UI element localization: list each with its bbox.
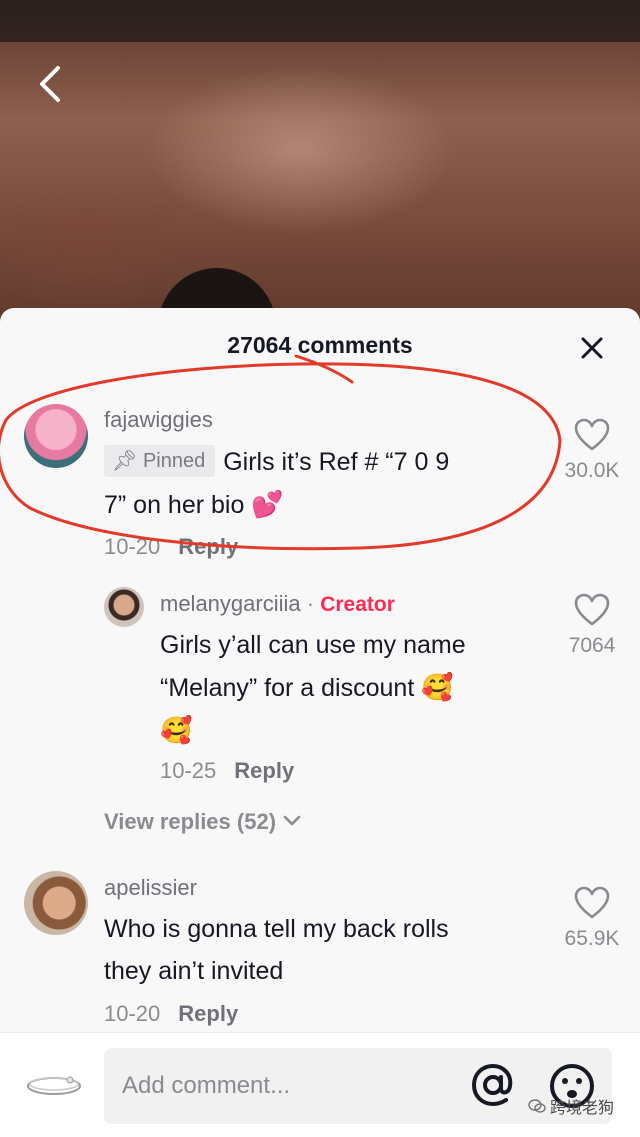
close-icon [581, 337, 603, 359]
video-background [0, 0, 640, 330]
two-hearts-emoji: 💕 [251, 489, 284, 519]
comment-line: Who is gonna tell my back rolls [104, 915, 449, 943]
reply-button[interactable]: Reply [234, 758, 294, 783]
pinned-label: Pinned [142, 450, 206, 472]
comment-line: Girls y’all can use my name [160, 631, 466, 659]
comment-text: Girls y’all can use my name “Melany” for… [160, 624, 540, 752]
comment-meta: 10-20 Reply [104, 534, 238, 560]
wechat-icon [528, 1099, 546, 1113]
comment-username[interactable]: fajawiggies [104, 407, 213, 433]
chevron-left-icon [40, 66, 60, 102]
comment-date: 10-20 [104, 1001, 161, 1026]
comment-line: Girls it’s Ref # “7 0 9 [223, 448, 450, 476]
reply-button[interactable]: Reply [178, 1001, 238, 1026]
like-button[interactable] [574, 886, 610, 925]
view-replies-label: View replies (52) [104, 809, 277, 834]
comment-line: “Melany” for a discount [160, 674, 415, 702]
comment-meta: 10-20 Reply [104, 1001, 238, 1027]
like-button[interactable] [574, 593, 610, 632]
comment-date: 10-25 [160, 758, 217, 783]
creator-badge: Creator [320, 593, 395, 616]
chevron-down-icon [283, 815, 301, 826]
like-button[interactable] [574, 418, 610, 457]
reply-button[interactable]: Reply [178, 534, 238, 559]
username-link[interactable]: melanygarciiia [160, 591, 301, 616]
comment-text: Who is gonna tell my back rolls they ain… [104, 908, 534, 992]
back-button[interactable] [28, 62, 72, 106]
comment-line: 7” on her bio [104, 491, 245, 519]
smiling-hearts-emoji: 🥰 [160, 715, 193, 745]
like-count: 7064 [568, 634, 616, 657]
comment-meta: 10-25 Reply [160, 758, 294, 784]
like-count: 65.9K [564, 927, 620, 950]
watermark: 跨境老狗 [528, 1094, 614, 1118]
avatar[interactable] [24, 404, 88, 468]
comment-count: 27064 comments [227, 332, 413, 358]
separator-dot: · [306, 591, 315, 616]
comment-username: melanygarciiia · Creator [160, 591, 395, 617]
pin-icon: 📌︎ [112, 450, 138, 472]
avatar[interactable] [104, 587, 144, 627]
pinned-badge: 📌︎ Pinned [104, 445, 216, 477]
watermark-text: 跨境老狗 [550, 1100, 615, 1117]
view-replies-button[interactable]: View replies (52) [104, 809, 302, 835]
ring-icon[interactable] [22, 1064, 86, 1104]
video-top-bar [0, 0, 640, 42]
comment-date: 10-20 [104, 534, 161, 559]
comment-line: they ain’t invited [104, 957, 284, 985]
heart-icon [574, 886, 610, 919]
comment-text: 📌︎ Pinned Girls it’s Ref # “7 0 9 7” on h… [104, 441, 524, 526]
smiling-hearts-emoji: 🥰 [421, 672, 454, 702]
heart-icon [574, 593, 610, 626]
at-sign-icon[interactable] [470, 1062, 516, 1108]
heart-icon [574, 418, 610, 451]
like-count: 30.0K [564, 459, 620, 482]
avatar[interactable] [24, 871, 88, 935]
close-button[interactable] [572, 330, 612, 366]
comment-username[interactable]: apelissier [104, 875, 197, 901]
